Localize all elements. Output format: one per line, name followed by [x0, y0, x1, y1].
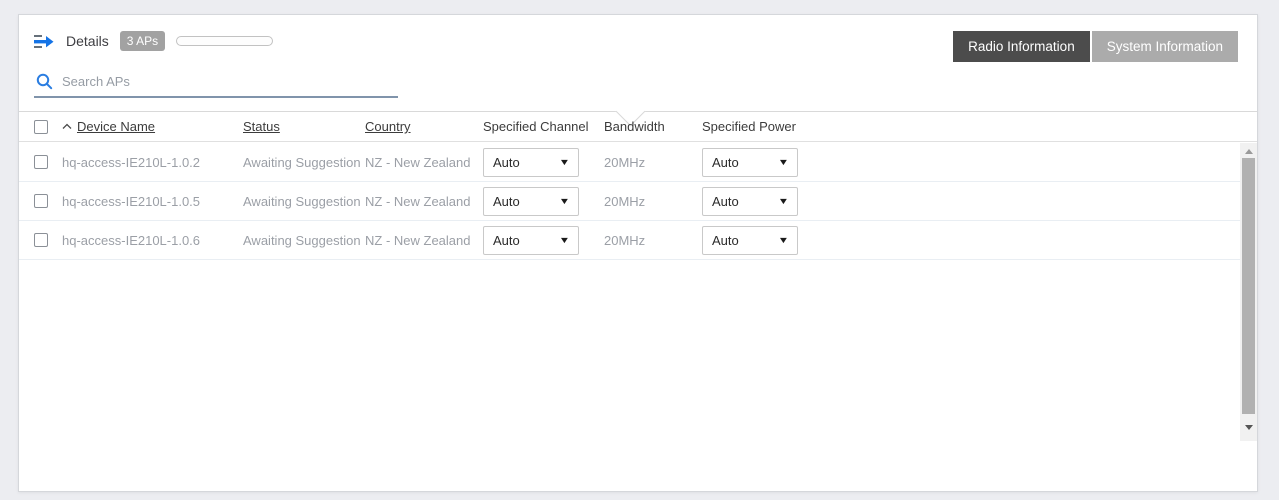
- status-cell: Awaiting Suggestion: [243, 233, 361, 248]
- scrollbar-thumb[interactable]: [1242, 158, 1255, 414]
- details-label: Details: [66, 33, 109, 49]
- search-field: [34, 71, 398, 98]
- bandwidth-cell: 20MHz: [604, 233, 645, 248]
- select-all-checkbox[interactable]: [34, 120, 48, 134]
- bandwidth-cell: 20MHz: [604, 155, 645, 170]
- specified-power-dropdown[interactable]: Auto ▼: [702, 187, 798, 216]
- specified-channel-value: Auto: [493, 233, 520, 248]
- collapse-panel-icon[interactable]: [34, 33, 55, 50]
- status-cell: Awaiting Suggestion: [243, 194, 361, 209]
- bandwidth-cell: 20MHz: [604, 194, 645, 209]
- status-cell: Awaiting Suggestion: [243, 155, 361, 170]
- country-cell: NZ - New Zealand: [365, 155, 470, 170]
- device-name-cell: hq-access-IE210L-1.0.6: [62, 233, 200, 248]
- specified-power-value: Auto: [712, 194, 739, 209]
- sort-ascending-icon[interactable]: [62, 123, 72, 130]
- specified-channel-value: Auto: [493, 155, 520, 170]
- column-header-device-name[interactable]: Device Name: [77, 119, 155, 134]
- column-header-status[interactable]: Status: [243, 119, 280, 134]
- chevron-down-icon: ▼: [559, 235, 571, 245]
- chevron-down-icon: ▼: [778, 157, 790, 167]
- table-row: hq-access-IE210L-1.0.2 Awaiting Suggesti…: [19, 143, 1240, 182]
- chevron-down-icon: ▼: [778, 196, 790, 206]
- specified-channel-dropdown[interactable]: Auto ▼: [483, 148, 579, 177]
- table-body: hq-access-IE210L-1.0.2 Awaiting Suggesti…: [19, 143, 1240, 441]
- specified-channel-value: Auto: [493, 194, 520, 209]
- search-icon: [36, 73, 53, 90]
- country-cell: NZ - New Zealand: [365, 233, 470, 248]
- table-row: hq-access-IE210L-1.0.6 Awaiting Suggesti…: [19, 221, 1240, 260]
- toolbar-left: Details 3 APs: [34, 31, 273, 51]
- search-input[interactable]: [62, 74, 396, 89]
- radio-information-button[interactable]: Radio Information: [953, 31, 1090, 62]
- specified-power-value: Auto: [712, 233, 739, 248]
- row-checkbox[interactable]: [34, 194, 48, 208]
- column-header-country[interactable]: Country: [365, 119, 411, 134]
- specified-channel-dropdown[interactable]: Auto ▼: [483, 226, 579, 255]
- chevron-down-icon: ▼: [559, 196, 571, 206]
- system-information-button[interactable]: System Information: [1092, 31, 1238, 62]
- scroll-down-arrow-icon[interactable]: [1240, 419, 1257, 435]
- column-header-bandwidth: Bandwidth: [604, 119, 665, 134]
- column-header-specified-power: Specified Power: [702, 119, 796, 134]
- device-name-cell: hq-access-IE210L-1.0.5: [62, 194, 200, 209]
- info-toggle-group: Radio Information System Information: [953, 31, 1238, 62]
- specified-power-dropdown[interactable]: Auto ▼: [702, 148, 798, 177]
- country-cell: NZ - New Zealand: [365, 194, 470, 209]
- ap-count-badge: 3 APs: [120, 31, 165, 51]
- specified-channel-dropdown[interactable]: Auto ▼: [483, 187, 579, 216]
- specified-power-value: Auto: [712, 155, 739, 170]
- specified-power-dropdown[interactable]: Auto ▼: [702, 226, 798, 255]
- device-name-cell: hq-access-IE210L-1.0.2: [62, 155, 200, 170]
- scroll-up-arrow-icon[interactable]: [1240, 143, 1257, 159]
- column-header-specified-channel: Specified Channel: [483, 119, 589, 134]
- progress-bar: [176, 36, 273, 46]
- details-panel: Details 3 APs Radio Information System I…: [18, 14, 1258, 492]
- chevron-down-icon: ▼: [778, 235, 790, 245]
- table-row: hq-access-IE210L-1.0.5 Awaiting Suggesti…: [19, 182, 1240, 221]
- table-header-row: Device Name Status Country Specified Cha…: [19, 112, 1257, 142]
- vertical-scrollbar[interactable]: [1240, 143, 1257, 441]
- row-checkbox[interactable]: [34, 155, 48, 169]
- chevron-down-icon: ▼: [559, 157, 571, 167]
- row-checkbox[interactable]: [34, 233, 48, 247]
